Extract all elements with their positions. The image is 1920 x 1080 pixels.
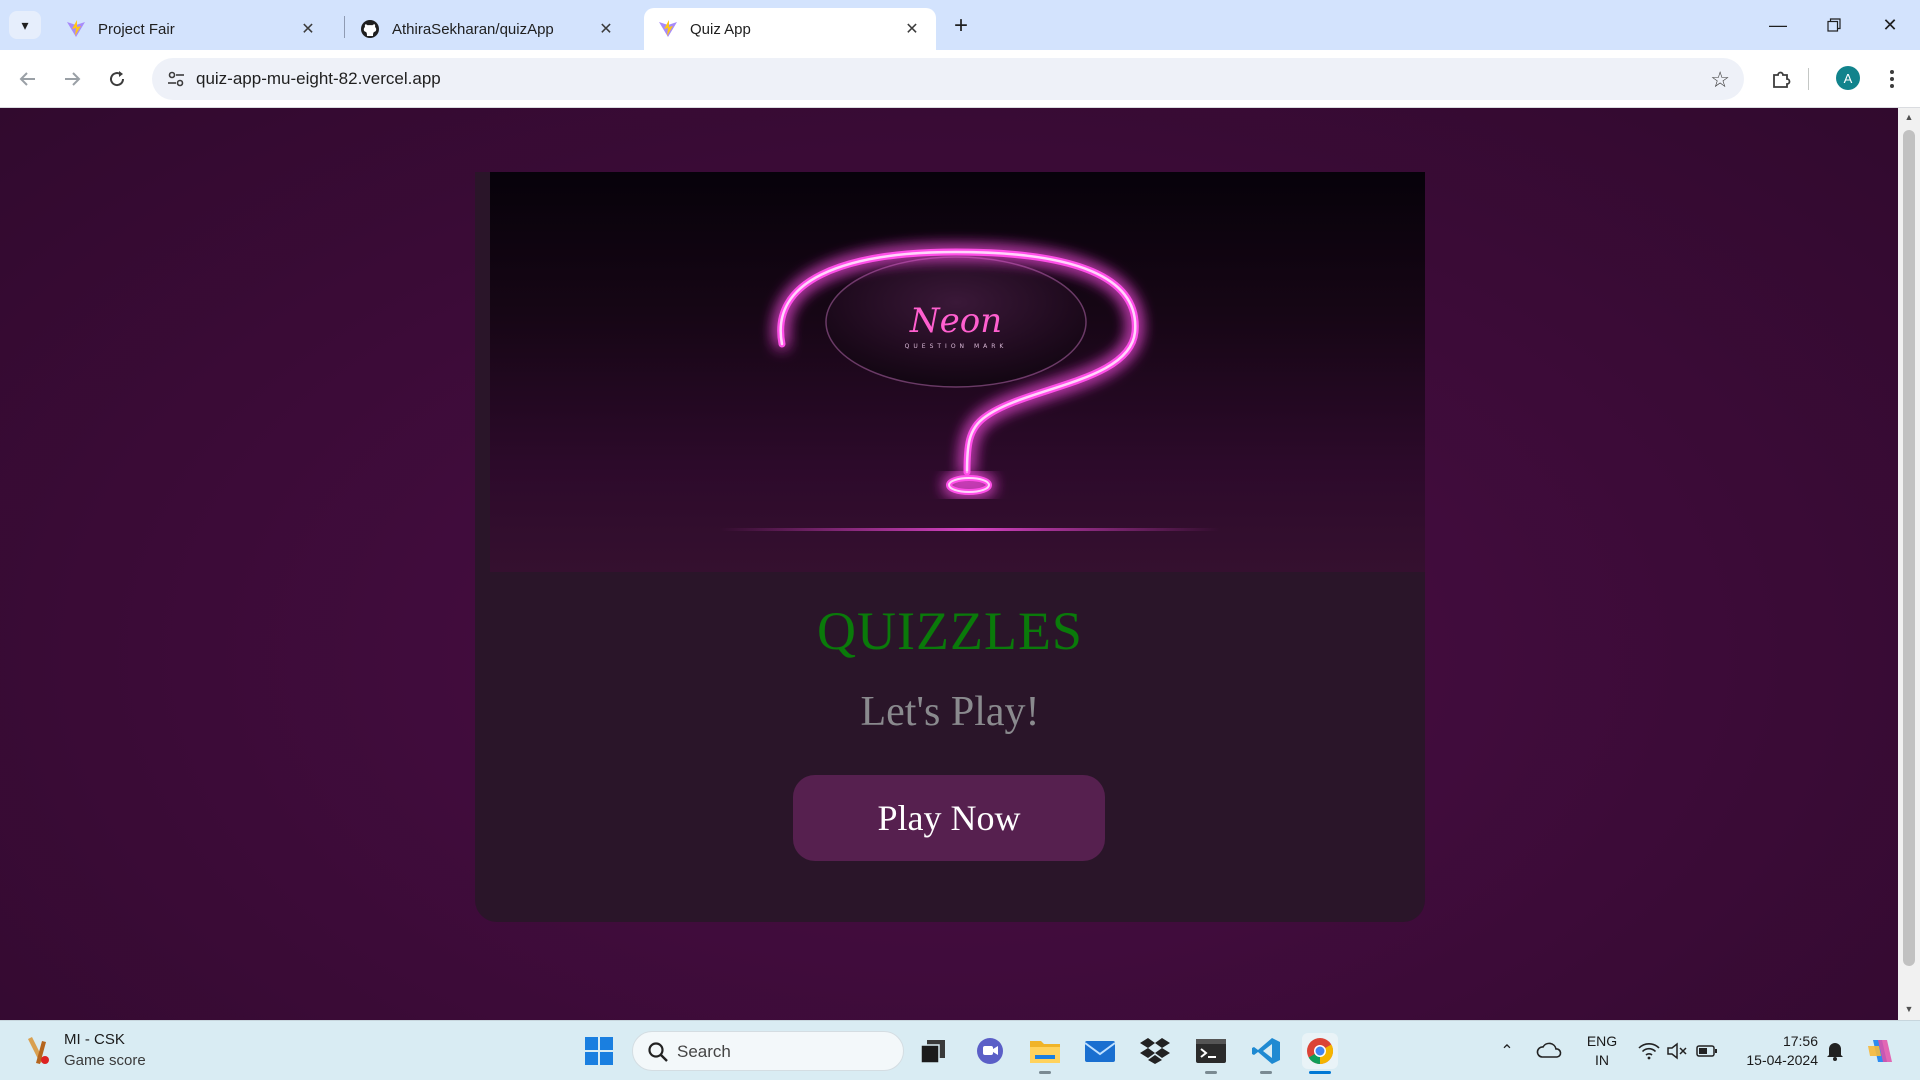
- tab-quiz-app[interactable]: Quiz App ✕: [644, 8, 936, 50]
- neon-brand-text: Neon: [909, 301, 1002, 341]
- more-menu-icon[interactable]: [1876, 63, 1908, 95]
- web-page: Neon QUESTION MARK QUIZZLES Let's Play! …: [0, 108, 1898, 1020]
- widget-title[interactable]: MI - CSK: [64, 1031, 125, 1048]
- github-icon: [361, 20, 379, 38]
- vite-icon: [67, 20, 85, 37]
- url-text[interactable]: quiz-app-mu-eight-82.vercel.app: [196, 69, 441, 89]
- profile-avatar[interactable]: A: [1836, 66, 1860, 90]
- bookmark-star-icon[interactable]: ☆: [1710, 67, 1730, 93]
- clock-time[interactable]: 17:56: [1730, 1033, 1818, 1049]
- language-indicator[interactable]: ENG: [1580, 1033, 1624, 1049]
- dropbox-icon[interactable]: [1137, 1033, 1173, 1069]
- vscode-icon[interactable]: [1248, 1033, 1284, 1069]
- scroll-down-arrow-icon[interactable]: ▼: [1903, 1004, 1915, 1014]
- region-indicator[interactable]: IN: [1580, 1052, 1624, 1068]
- battery-icon[interactable]: [1694, 1033, 1720, 1069]
- minimize-icon[interactable]: —: [1750, 0, 1806, 50]
- task-view-icon[interactable]: [915, 1033, 951, 1069]
- tab-project-fair[interactable]: Project Fair ✕: [52, 8, 332, 50]
- tab-title: Quiz App: [690, 20, 751, 38]
- copilot-icon[interactable]: [1862, 1033, 1898, 1069]
- scroll-up-arrow-icon[interactable]: ▲: [1903, 112, 1915, 122]
- scrollbar-thumb[interactable]: [1903, 130, 1915, 966]
- chrome-icon[interactable]: [1302, 1033, 1338, 1069]
- new-tab-plus-icon[interactable]: +: [947, 12, 975, 40]
- notification-bell-icon[interactable]: [1824, 1033, 1846, 1069]
- running-indicator: [1260, 1071, 1272, 1074]
- subtitle: Let's Play!: [860, 689, 1040, 735]
- quiz-start-card: Neon QUESTION MARK QUIZZLES Let's Play! …: [475, 172, 1425, 922]
- tab-close-icon[interactable]: ✕: [902, 19, 922, 39]
- running-indicator: [1039, 1071, 1051, 1074]
- play-now-button[interactable]: Play Now: [793, 775, 1105, 861]
- cricket-bat-icon[interactable]: [20, 1033, 56, 1069]
- restore-icon[interactable]: [1806, 0, 1862, 50]
- reload-icon[interactable]: [101, 63, 133, 95]
- back-arrow-icon[interactable]: [12, 63, 44, 95]
- widget-subtitle[interactable]: Game score: [64, 1052, 146, 1069]
- tab-title: Project Fair: [98, 20, 175, 38]
- tab-close-icon[interactable]: ✕: [298, 19, 318, 39]
- volume-muted-icon[interactable]: [1664, 1033, 1690, 1069]
- windows-start-icon[interactable]: [581, 1033, 617, 1069]
- search-placeholder: Search: [677, 1042, 731, 1061]
- tab-github-quizapp[interactable]: AthiraSekharan/quizApp ✕: [346, 8, 630, 50]
- tab-search-chevron-down-icon[interactable]: ▾: [9, 11, 41, 39]
- app-title: QUIZZLES: [817, 601, 1083, 661]
- site-info-tune-icon[interactable]: [166, 69, 186, 89]
- browser-tab-strip: ▾ Project Fair ✕ AthiraSekharan/quizApp …: [0, 0, 1920, 50]
- wifi-icon[interactable]: [1636, 1033, 1662, 1069]
- file-explorer-icon[interactable]: [1027, 1033, 1063, 1069]
- neon-question-mark-image: Neon QUESTION MARK: [720, 248, 1220, 531]
- tab-close-icon[interactable]: ✕: [596, 19, 616, 39]
- toolbar-divider: [1808, 68, 1809, 90]
- address-bar[interactable]: quiz-app-mu-eight-82.vercel.app ☆: [152, 58, 1744, 100]
- onedrive-sync-icon[interactable]: [1534, 1033, 1564, 1069]
- browser-toolbar: quiz-app-mu-eight-82.vercel.app ☆ A: [0, 50, 1920, 108]
- page-scrollbar[interactable]: ▲ ▼: [1898, 108, 1920, 1020]
- clock-date[interactable]: 15-04-2024: [1730, 1052, 1818, 1068]
- tab-divider: [344, 16, 345, 38]
- vite-icon: [659, 20, 677, 37]
- taskbar-search[interactable]: Search: [632, 1031, 904, 1071]
- hero-image-neon-question-mark: Neon QUESTION MARK: [490, 172, 1425, 572]
- mail-icon[interactable]: [1082, 1033, 1118, 1069]
- close-window-icon[interactable]: ✕: [1862, 0, 1918, 50]
- search-icon: [648, 1042, 668, 1062]
- running-indicator: [1205, 1071, 1217, 1074]
- forward-arrow-icon[interactable]: [56, 63, 88, 95]
- tab-title: AthiraSekharan/quizApp: [392, 20, 554, 38]
- extensions-puzzle-icon[interactable]: [1765, 63, 1797, 95]
- windows-taskbar: MI - CSK Game score Search ⌃ ENG IN 17:5…: [0, 1020, 1920, 1080]
- terminal-icon[interactable]: [1193, 1033, 1229, 1069]
- show-hidden-icons-chevron-up-icon[interactable]: ⌃: [1494, 1033, 1520, 1069]
- neon-tagline-text: QUESTION MARK: [905, 343, 1008, 350]
- teams-chat-icon[interactable]: [972, 1033, 1008, 1069]
- active-indicator: [1309, 1071, 1331, 1074]
